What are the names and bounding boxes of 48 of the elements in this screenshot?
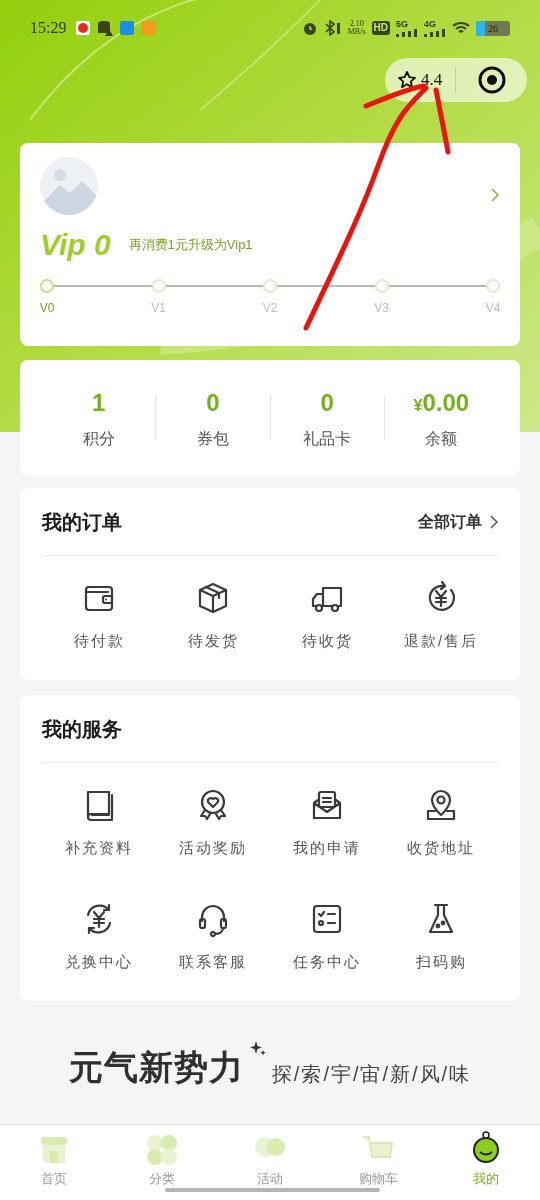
signal-icon bbox=[396, 28, 418, 37]
app-notification-icon bbox=[120, 21, 135, 35]
network-type: 5G bbox=[396, 19, 409, 29]
asset-label[interactable]: 积分 bbox=[82, 427, 115, 451]
menu-item[interactable]: 任务中心 bbox=[270, 901, 384, 1009]
bluetooth-icon bbox=[323, 20, 342, 36]
asset-label[interactable]: 礼品卡 bbox=[303, 427, 352, 451]
wifi-icon bbox=[452, 21, 470, 35]
menu-item[interactable]: 联系客服 bbox=[156, 901, 270, 1009]
menu-item[interactable]: 活动奖励 bbox=[156, 787, 270, 895]
signal-icon bbox=[424, 28, 446, 37]
menu-item[interactable]: 退款/售后 bbox=[384, 580, 498, 670]
network-speed-unit: MB/s bbox=[347, 28, 366, 36]
network-speed: 2.10 bbox=[349, 20, 364, 28]
level-label: V1 bbox=[151, 300, 166, 317]
section-title: 我的订单 bbox=[42, 509, 122, 535]
menu-item[interactable]: 待收货 bbox=[270, 580, 384, 670]
app-notification-icon bbox=[141, 21, 157, 35]
menu-item[interactable]: 兑换中心 bbox=[42, 901, 156, 1009]
level-label: V3 bbox=[374, 300, 389, 317]
menu-item[interactable]: 收货地址 bbox=[384, 787, 498, 895]
menu-item[interactable]: 扫码购 bbox=[384, 901, 498, 1009]
asset-label[interactable]: 券包 bbox=[196, 427, 229, 451]
vip-level: Vip 0 bbox=[40, 229, 111, 261]
menu-item[interactable]: 我的申请 bbox=[270, 787, 384, 895]
menu-item[interactable]: 补充资料 bbox=[42, 787, 156, 895]
battery-level: 26 bbox=[488, 21, 498, 36]
database-warning-icon bbox=[97, 20, 114, 36]
menu-item[interactable]: 待付款 bbox=[42, 580, 156, 670]
chevron-right-icon bbox=[490, 514, 498, 529]
level-label: V2 bbox=[262, 300, 278, 317]
menu-item[interactable]: 待发货 bbox=[156, 580, 270, 670]
section-title: 我的服务 bbox=[42, 716, 122, 742]
upgrade-hint: 再消费1元升级为Vip1 bbox=[128, 236, 253, 255]
alarm-icon bbox=[301, 20, 318, 36]
asset-label[interactable]: 余额 bbox=[425, 427, 458, 451]
rating-button[interactable]: 4.4 bbox=[385, 58, 455, 102]
level-label: V0 bbox=[39, 300, 55, 317]
level-label: V4 bbox=[485, 300, 501, 317]
banner-title: 元气新势力 bbox=[68, 1048, 244, 1086]
target-icon bbox=[477, 66, 506, 94]
app-notification-icon bbox=[76, 21, 91, 35]
all-orders-link[interactable]: 全部订单 bbox=[418, 509, 498, 534]
star-icon bbox=[397, 70, 417, 90]
network-type: 4G bbox=[424, 19, 437, 29]
banner-slogan: 探/索/宇/宙/新/风/味 bbox=[271, 1062, 472, 1087]
status-time: 15:29 bbox=[30, 18, 67, 38]
sparkle-icon bbox=[249, 1041, 266, 1057]
